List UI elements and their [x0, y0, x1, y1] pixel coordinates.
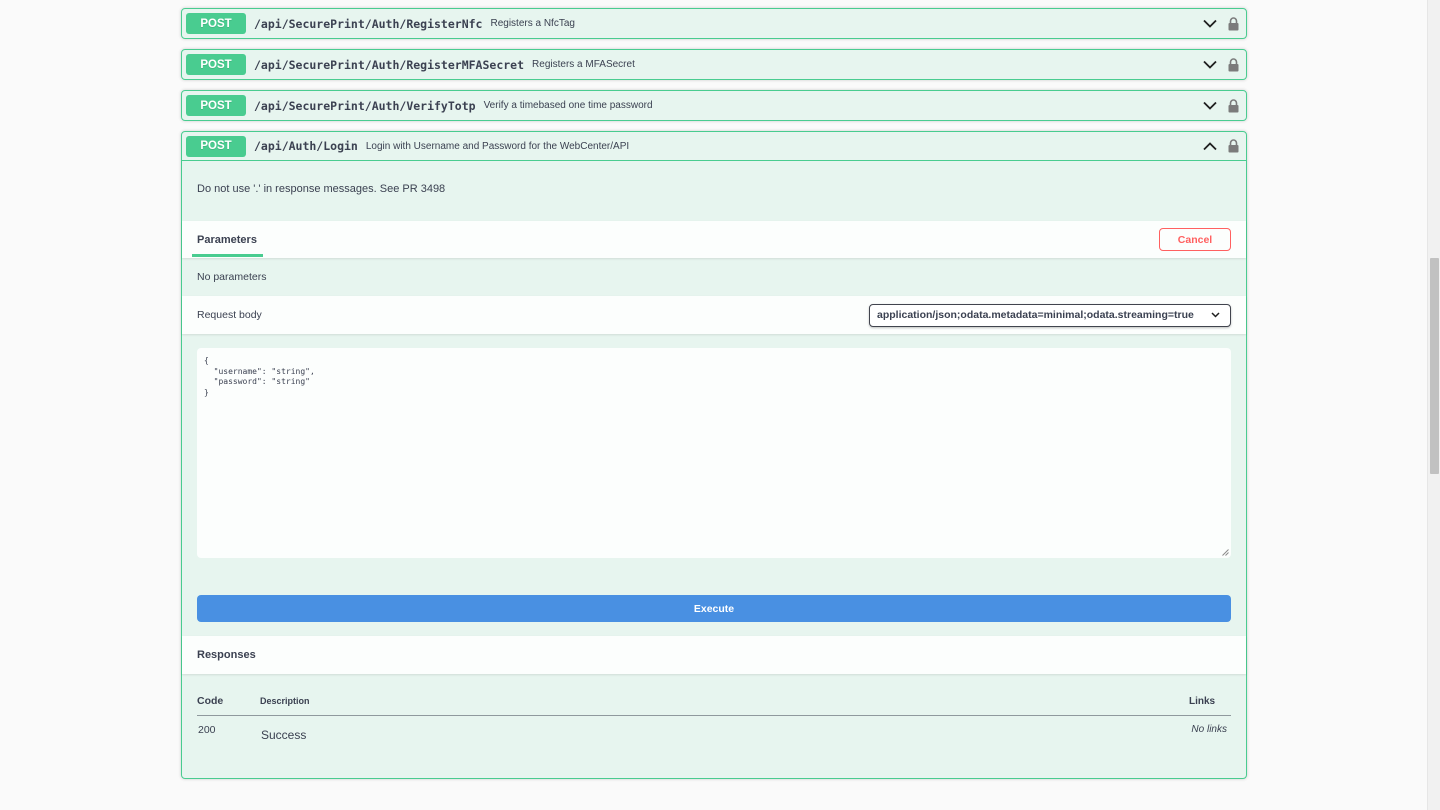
operations-list: POST /api/SecurePrint/Auth/RegisterNfc R…: [181, 8, 1247, 789]
chevron-up-icon[interactable]: [1202, 138, 1218, 154]
operation-description: Do not use '.' in response messages. See…: [197, 183, 446, 195]
swagger-page: POST /api/SecurePrint/Auth/RegisterNfc R…: [0, 0, 1440, 810]
col-code: Code: [197, 695, 260, 716]
opblock-summary-register-nfc[interactable]: POST /api/SecurePrint/Auth/RegisterNfc R…: [182, 9, 1246, 38]
cancel-button[interactable]: Cancel: [1159, 228, 1231, 251]
responses-header-row: Code Description Links: [197, 695, 1231, 716]
page-scrollbar[interactable]: [1427, 0, 1440, 810]
responses-header: Responses: [182, 636, 1246, 674]
col-links: Links: [1189, 695, 1231, 716]
chevron-down-icon[interactable]: [1202, 57, 1218, 73]
opblock-body: Do not use '.' in response messages. See…: [182, 161, 1246, 778]
responses-table-wrap: Code Description Links 200 Success No li…: [182, 674, 1246, 778]
opblock-summary-auth-login[interactable]: POST /api/Auth/Login Login with Username…: [182, 132, 1246, 161]
opblock-summary-register-mfa-secret[interactable]: POST /api/SecurePrint/Auth/RegisterMFASe…: [182, 50, 1246, 79]
opblock-register-mfa-secret: POST /api/SecurePrint/Auth/RegisterMFASe…: [181, 49, 1247, 80]
opblock-summary-verify-totp[interactable]: POST /api/SecurePrint/Auth/VerifyTotp Ve…: [182, 91, 1246, 120]
operation-path: /api/Auth/Login: [254, 139, 358, 153]
operation-summary: Registers a MFASecret: [532, 59, 635, 70]
lock-icon[interactable]: [1226, 138, 1240, 154]
tab-parameters[interactable]: Parameters: [192, 221, 263, 258]
responses-table: Code Description Links 200 Success No li…: [197, 695, 1231, 762]
request-body-editor-wrap: { "username": "string", "password": "str…: [182, 334, 1246, 558]
execute-button[interactable]: Execute: [197, 595, 1231, 622]
chevron-down-icon[interactable]: [1202, 98, 1218, 114]
response-code: 200: [198, 724, 216, 736]
content-type-select[interactable]: application/json;odata.metadata=minimal;…: [869, 303, 1231, 327]
scrollbar-thumb[interactable]: [1430, 258, 1439, 474]
request-body-editor[interactable]: { "username": "string", "password": "str…: [197, 348, 1231, 558]
lock-icon[interactable]: [1226, 57, 1240, 73]
operation-summary: Verify a timebased one time password: [483, 100, 653, 111]
table-row: 200 Success No links: [197, 716, 1231, 763]
tab-parameters-label: Parameters: [197, 233, 257, 246]
method-badge: POST: [186, 135, 246, 157]
col-description: Description: [260, 695, 1189, 716]
lock-icon[interactable]: [1226, 16, 1240, 32]
opblock-verify-totp: POST /api/SecurePrint/Auth/VerifyTotp Ve…: [181, 90, 1247, 121]
operation-path: /api/SecurePrint/Auth/VerifyTotp: [254, 98, 476, 113]
opblock-register-nfc: POST /api/SecurePrint/Auth/RegisterNfc R…: [181, 8, 1247, 39]
method-badge: POST: [186, 54, 246, 75]
opblock-auth-login: POST /api/Auth/Login Login with Username…: [181, 131, 1247, 779]
chevron-down-icon[interactable]: [1202, 16, 1218, 32]
operation-path: /api/SecurePrint/Auth/RegisterNfc: [254, 16, 483, 31]
no-parameters-text: No parameters: [197, 271, 267, 283]
operation-summary: Login with Username and Password for the…: [365, 140, 630, 152]
method-badge: POST: [186, 13, 246, 34]
parameters-header: Parameters Cancel: [182, 221, 1246, 258]
request-body-header: Request body application/json;odata.meta…: [182, 296, 1246, 334]
responses-title: Responses: [197, 649, 256, 661]
chevron-down-icon: [1211, 309, 1220, 321]
response-links: No links: [1191, 724, 1227, 735]
lock-icon[interactable]: [1226, 98, 1240, 114]
operation-path: /api/SecurePrint/Auth/RegisterMFASecret: [254, 57, 525, 72]
content-type-value: application/json;odata.metadata=minimal;…: [877, 309, 1194, 321]
request-body-label: Request body: [197, 309, 262, 321]
operation-summary: Registers a NfcTag: [490, 18, 575, 29]
execute-wrapper: Execute: [182, 558, 1246, 636]
resize-handle-icon[interactable]: [1222, 549, 1229, 556]
request-body-text: { "username": "string", "password": "str…: [204, 356, 315, 397]
response-description: Success: [261, 728, 307, 742]
method-badge: POST: [186, 95, 246, 116]
